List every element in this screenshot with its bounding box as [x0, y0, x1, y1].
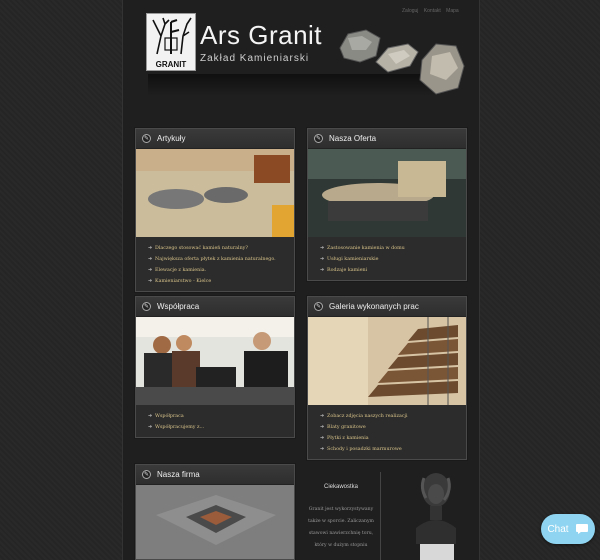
card-header: ✎ Nasza Oferta	[308, 129, 466, 149]
site-logo[interactable]: GRANIT	[146, 13, 196, 71]
bullet-circle-icon: ✎	[314, 302, 323, 311]
card-header: ✎ Nasza firma	[136, 465, 294, 485]
bullet-circle-icon: ✎	[142, 302, 151, 311]
trivia-title: Ciekawostka	[323, 484, 358, 490]
list-item[interactable]: ➜ Schody i posadzki marmurowe	[320, 444, 458, 455]
bullet-circle-icon: ✎	[142, 134, 151, 143]
brand-name: Ars Granit	[200, 20, 323, 50]
cooperation-list: ➜ Współpraca ➜ Współpracujemy z...	[136, 405, 294, 437]
card-title[interactable]: Artykuły	[157, 134, 185, 143]
chat-label: Chat	[547, 523, 569, 535]
card-gallery: ✎ Galeria wykonanych prac ➜ Zobacz zdjęci…	[307, 296, 467, 460]
trivia-box: Ciekawostka Granit jest wykorzystywany t…	[306, 478, 376, 560]
bullet-circle-icon: ✎	[314, 134, 323, 143]
list-item[interactable]: ➜ Blaty granitowe	[320, 422, 458, 433]
card-company: ✎ Nasza firma	[135, 464, 295, 560]
stone-image	[375, 43, 419, 73]
chat-button[interactable]: Chat	[541, 514, 595, 544]
stone-floor-image[interactable]	[136, 485, 294, 560]
list-item[interactable]: ➜ Dlaczego stosować kamień naturalny?	[148, 243, 286, 254]
list-item[interactable]: ➜ Rodzaje kamieni	[320, 265, 458, 276]
card-header: ✎ Galeria wykonanych prac	[308, 297, 466, 317]
site-header: GRANIT Ars Granit Zakład Kamieniarski	[140, 10, 470, 98]
business-meeting-image[interactable]	[136, 317, 294, 405]
stone-table-image[interactable]	[308, 149, 466, 237]
bust-sculpture-image	[416, 473, 456, 560]
card-title[interactable]: Nasza firma	[157, 470, 200, 479]
articles-list: ➜ Dlaczego stosować kamień naturalny? ➜ Na…	[136, 237, 294, 291]
deer-logo-icon	[152, 17, 192, 55]
list-item[interactable]: ➜ Elewacje z kamienia.	[148, 265, 286, 276]
divider	[380, 472, 381, 560]
bullet-circle-icon: ✎	[142, 470, 151, 479]
card-offer: ✎ Nasza Oferta ➜ Zastosowanie kamienia w …	[307, 128, 467, 281]
list-item[interactable]: ➜ Usługi kamieniarskie	[320, 254, 458, 265]
card-title[interactable]: Współpraca	[157, 302, 199, 311]
stone-image	[419, 43, 465, 95]
brand-tagline: Zakład Kamieniarski	[200, 53, 310, 64]
stone-stairs-image[interactable]	[308, 317, 466, 405]
kitchen-countertop-image[interactable]	[136, 149, 294, 237]
gallery-list: ➜ Zobacz zdjęcia naszych realizacji ➜ Blat…	[308, 405, 466, 459]
card-cooperation: ✎ Współpraca ➜ Współpraca ➜ Współpracujemy…	[135, 296, 295, 438]
card-title[interactable]: Nasza Oferta	[329, 134, 376, 143]
trivia-text: Granit jest wykorzystywany także w sporc…	[308, 507, 374, 548]
list-item[interactable]: ➜ Kamieniarstwo - Kielce	[148, 276, 286, 287]
list-item[interactable]: ➜ Współpraca	[148, 411, 286, 422]
list-item[interactable]: ➜ Największa oferta płytek z kamienia nat…	[148, 254, 286, 265]
card-articles: ✎ Artykuły ➜ Dlaczego stosować kamień nat…	[135, 128, 295, 292]
card-header: ✎ Współpraca	[136, 297, 294, 317]
list-item[interactable]: ➜ Płytki z kamienia	[320, 433, 458, 444]
card-header: ✎ Artykuły	[136, 129, 294, 149]
logo-text: GRANIT	[155, 60, 187, 69]
chat-bubble-icon	[575, 524, 588, 534]
card-title[interactable]: Galeria wykonanych prac	[329, 302, 419, 311]
header-shadow	[148, 74, 438, 96]
list-item[interactable]: ➜ Zobacz zdjęcia naszych realizacji	[320, 411, 458, 422]
offer-list: ➜ Zastosowanie kamienia w domu ➜ Usługi ka…	[308, 237, 466, 280]
list-item[interactable]: ➜ Współpracujemy z...	[148, 422, 286, 433]
list-item[interactable]: ➜ Zastosowanie kamienia w domu	[320, 243, 458, 254]
